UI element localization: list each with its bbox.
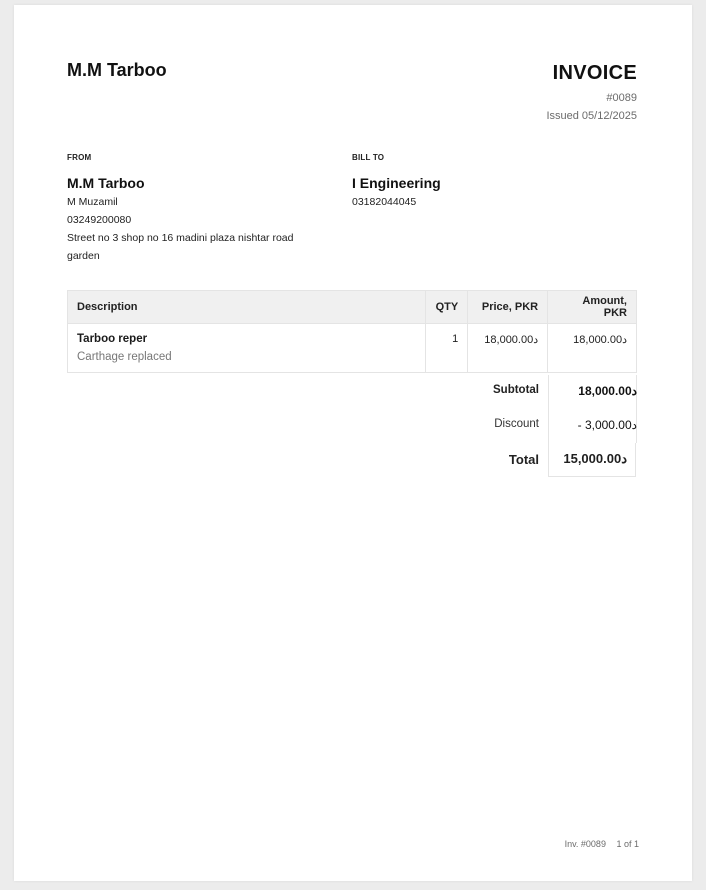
- bill-to-name: I Engineering: [352, 175, 441, 191]
- item-name: Tarboo reper: [77, 333, 148, 345]
- table-row: Tarboo reper Carthage replaced 1 18,000.…: [66, 323, 637, 373]
- discount-label: Discount: [494, 418, 539, 430]
- invoice-number: #0089: [606, 92, 637, 104]
- price-header: Price, PKR: [467, 290, 549, 324]
- bill-to-label: BILL TO: [352, 153, 385, 162]
- item-note: Carthage replaced: [77, 351, 172, 363]
- company-name: M.M Tarboo: [67, 60, 167, 80]
- from-contact: M Muzamil: [67, 196, 118, 208]
- table-header-row: Description QTY Price, PKR Amount, PKR: [66, 290, 637, 324]
- item-price: 18,000.00‏د: [467, 323, 549, 373]
- footer-invoice-ref: Inv. #0089: [564, 839, 606, 849]
- totals-divider-left: [548, 375, 549, 443]
- amount-header: Amount, PKR: [547, 290, 637, 324]
- subtotal-label: Subtotal: [493, 384, 539, 396]
- footer-page-count: 1 of 1: [616, 839, 639, 849]
- from-phone: 03249200080: [67, 214, 132, 226]
- page-footer: Inv. #0089 1 of 1: [557, 839, 639, 849]
- qty-header: QTY: [425, 290, 469, 324]
- invoice-page: M.M Tarboo INVOICE #0089 Issued 05/12/20…: [14, 5, 692, 881]
- total-label: Total: [508, 452, 539, 467]
- item-qty: 1: [425, 323, 469, 373]
- from-address: Street no 3 shop no 16 madini plaza nish…: [67, 232, 294, 262]
- from-name: M.M Tarboo: [67, 175, 145, 191]
- total-value: 15,000.00‏د: [548, 443, 636, 477]
- item-description-cell: Tarboo reper Carthage replaced: [66, 323, 427, 373]
- subtotal-value: 18,000.00‏د: [578, 384, 637, 398]
- document-title: INVOICE: [552, 62, 637, 84]
- description-header: Description: [66, 290, 427, 324]
- issue-date: Issued 05/12/2025: [546, 110, 637, 122]
- item-amount: 18,000.00‏د: [547, 323, 637, 373]
- line-items-table: Description QTY Price, PKR Amount, PKR T…: [66, 290, 637, 373]
- discount-value: - 3,000.00‏د: [577, 418, 637, 432]
- from-label: FROM: [67, 153, 92, 162]
- bill-to-phone: 03182044045: [352, 196, 417, 208]
